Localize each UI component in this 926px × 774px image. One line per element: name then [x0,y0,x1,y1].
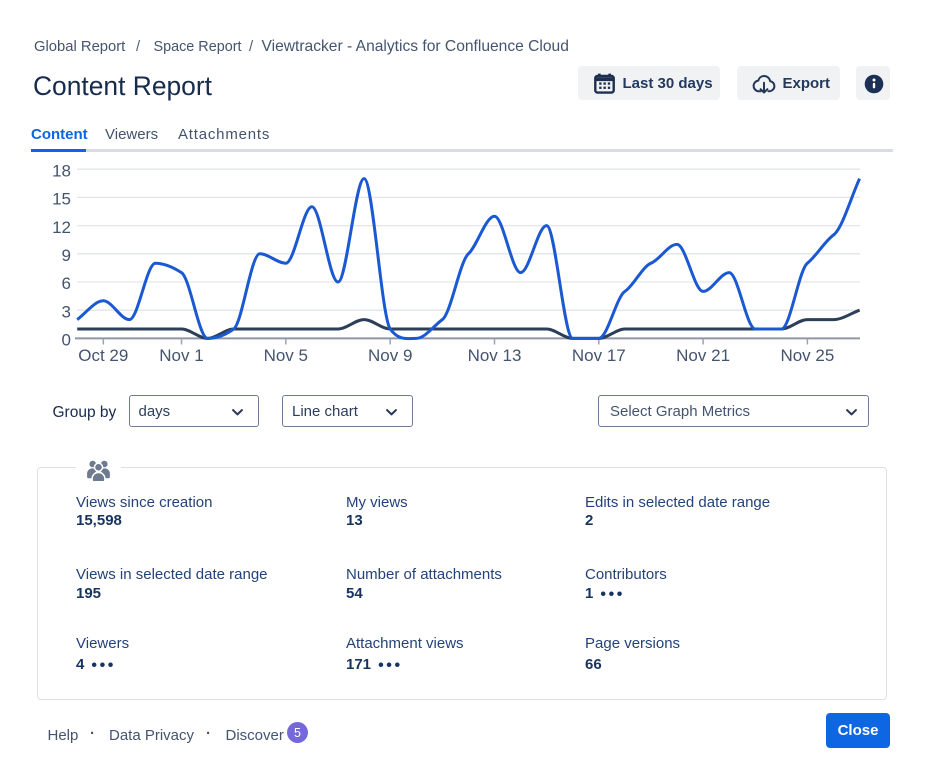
svg-text:9: 9 [62,246,71,265]
svg-text:Nov 1: Nov 1 [159,346,203,365]
svg-text:15: 15 [52,190,71,209]
svg-text:12: 12 [52,218,71,237]
svg-text:Nov 17: Nov 17 [572,346,626,365]
svg-text:Nov 9: Nov 9 [368,346,412,365]
svg-text:18: 18 [52,161,71,180]
svg-text:Nov 21: Nov 21 [676,346,730,365]
svg-text:6: 6 [62,274,71,293]
svg-text:0: 0 [62,331,71,350]
svg-text:Oct 29: Oct 29 [78,346,128,365]
svg-text:Nov 13: Nov 13 [468,346,522,365]
svg-text:Nov 25: Nov 25 [780,346,834,365]
svg-text:Nov 5: Nov 5 [264,346,308,365]
svg-text:3: 3 [62,302,71,321]
